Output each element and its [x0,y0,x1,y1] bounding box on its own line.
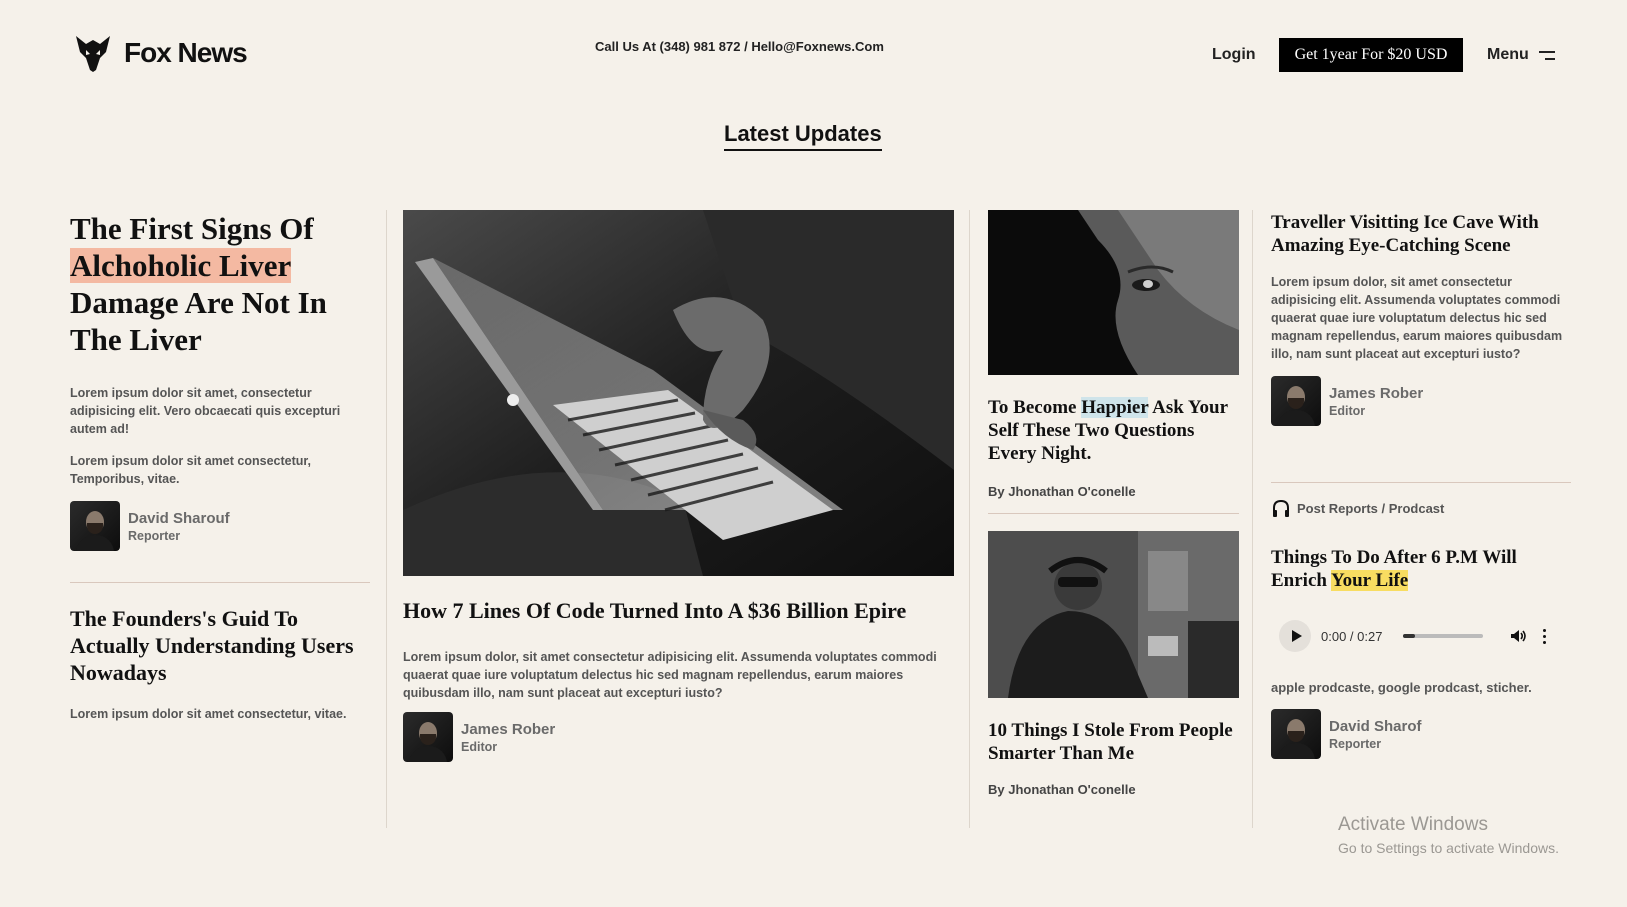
byline: By Jhonathan O'conelle [988,484,1136,499]
watermark-title: Activate Windows [1338,814,1488,835]
author-role: Editor [1329,403,1366,418]
author-card[interactable]: James Rober Editor [1271,376,1423,426]
audio-progress-fill [1403,634,1415,638]
article-excerpt: Lorem ipsum dolor sit amet consectetur, … [70,707,347,721]
laptop-image[interactable] [403,210,954,576]
headline-highlight: Happier [1081,397,1149,418]
column-divider [969,210,970,828]
author-name: James Rober [1329,384,1424,402]
author-role: Reporter [1329,736,1382,751]
avatar [70,501,120,551]
volume-icon[interactable] [1509,627,1527,645]
headline-highlight: Your Life [1331,570,1409,591]
headline-liver[interactable]: The First Signs Of Alchoholic Liver Dama… [70,210,370,358]
headline-founders[interactable]: The Founders's Guid To Actually Understa… [70,605,360,686]
audio-time: 0:00 / 0:27 [1321,628,1383,644]
headline-ten-things[interactable]: 10 Things I Stole From People Smarter Th… [988,719,1239,765]
byline: By Jhonathan O'conelle [988,782,1136,797]
menu-button[interactable]: Menu [1487,46,1555,64]
avatar [1271,709,1321,759]
menu-label: Menu [1487,46,1529,63]
article-excerpt: Lorem ipsum dolor, sit amet consectetur … [403,650,937,700]
contact-info: Call Us At (348) 981 872 / Hello@Foxnews… [595,39,884,54]
hamburger-icon [1538,49,1555,61]
divider [988,513,1239,514]
watermark-subtitle: Go to Settings to activate Windows. [1338,840,1559,856]
fox-logo-icon [76,36,110,72]
headline-ice-cave[interactable]: Traveller Visitting Ice Cave With Amazin… [1271,211,1571,257]
site-logo[interactable]: Fox News [72,32,248,74]
author-card[interactable]: David Sharouf Reporter [70,501,230,551]
column-divider [386,210,387,828]
more-options-icon[interactable] [1541,627,1547,645]
audio-progress-bar[interactable] [1403,634,1483,638]
author-name: David Sharof [1329,717,1422,735]
audio-player[interactable]: 0:00 / 0:27 [1279,619,1569,653]
article-excerpt: Lorem ipsum dolor, sit amet consectetur … [1271,275,1563,361]
headline-highlight: Alchoholic Liver [70,248,291,283]
logo-text: Fox News [124,37,248,68]
headline-after-6pm[interactable]: Things To Do After 6 P.M Will Enrich You… [1271,546,1571,592]
avatar [403,712,453,762]
windows-activation-watermark: Activate Windows Go to Settings to activ… [1338,814,1559,856]
article-excerpt: Lorem ipsum dolor sit amet, consectetur … [70,386,341,436]
headline-text: To Become [988,397,1077,418]
headline-happier[interactable]: To Become Happier Ask Your Self These Tw… [988,396,1239,465]
studio-image[interactable] [988,531,1239,698]
headline-text: The First Signs Of [70,211,314,246]
author-card[interactable]: David Sharof Reporter [1271,709,1422,759]
play-button[interactable] [1279,620,1311,652]
play-icon [1291,630,1302,642]
podcast-platforms: apple prodcaste, google prodcast, stiche… [1271,680,1532,695]
author-role: Reporter [128,528,181,543]
divider [1271,482,1571,483]
author-name: David Sharouf [128,509,230,527]
article-excerpt: Lorem ipsum dolor sit amet consectetur, … [70,454,312,486]
headphones-icon [1273,499,1289,517]
divider [70,582,370,583]
author-role: Editor [461,739,498,754]
headline-code-billion[interactable]: How 7 Lines Of Code Turned Into A $36 Bi… [403,598,963,624]
column-divider [1252,210,1253,828]
face-closeup-image[interactable] [988,210,1239,375]
headline-text: Damage Are Not In The Liver [70,285,327,357]
login-link[interactable]: Login [1212,46,1256,64]
podcast-tag[interactable]: Post Reports / Prodcast [1271,498,1444,518]
author-name: James Rober [461,720,556,738]
author-card[interactable]: James Rober Editor [403,712,555,762]
podcast-tag-label: Post Reports / Prodcast [1297,500,1445,516]
subscribe-button[interactable]: Get 1year For $20 USD [1279,38,1463,72]
section-title: Latest Updates [724,121,882,151]
avatar [1271,376,1321,426]
